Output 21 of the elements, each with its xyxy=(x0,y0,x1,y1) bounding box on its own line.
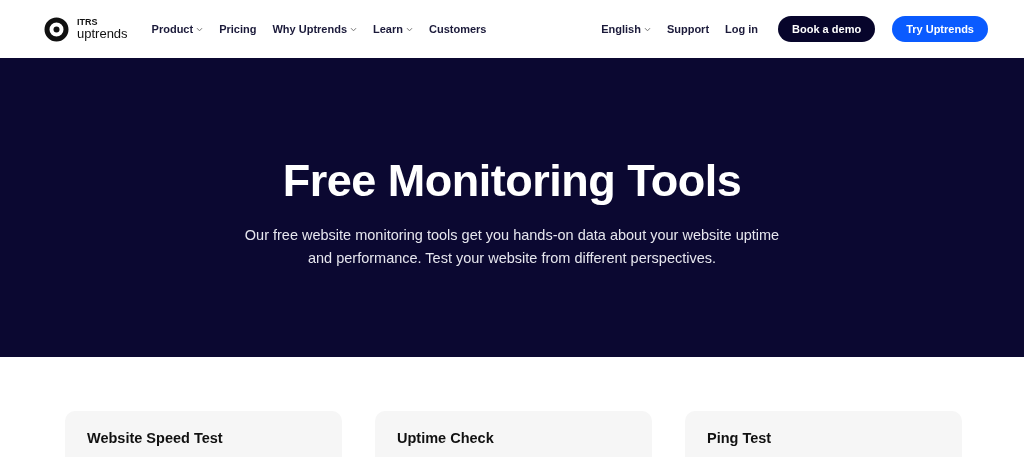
nav-link[interactable]: Log in xyxy=(725,20,759,38)
nav-link[interactable]: Why Uptrends xyxy=(272,20,357,38)
card-title: Uptime Check xyxy=(397,430,495,448)
tool-card[interactable]: Website Speed Test xyxy=(65,411,342,457)
nav-link[interactable]: Support xyxy=(666,20,710,38)
demo-button[interactable]: Book a demo xyxy=(778,16,876,42)
card-title: Website Speed Test xyxy=(87,430,224,448)
card-title: Ping Test xyxy=(707,430,773,448)
hero-text: Our free website monitoring tools get you hands-on data about your website uptime and performance. Test your website from different perspectives. xyxy=(243,225,781,268)
nav-link[interactable]: Customers xyxy=(429,20,487,38)
nav-link[interactable]: Product xyxy=(151,20,204,38)
nav-link[interactable]: Learn xyxy=(373,20,413,38)
logo-text: uptrends xyxy=(77,27,128,40)
hero-title: Free Monitoring Tools xyxy=(282,153,742,208)
nav-link[interactable]: Pricing xyxy=(219,20,257,38)
logo-text: ITRS xyxy=(77,18,99,27)
logo-icon xyxy=(44,16,69,42)
tool-card[interactable]: Uptime Check xyxy=(375,411,652,457)
tool-card[interactable]: Ping Test xyxy=(685,411,962,457)
signup-button[interactable]: Try Uptrends xyxy=(892,16,988,42)
nav-link[interactable]: English xyxy=(601,20,651,38)
